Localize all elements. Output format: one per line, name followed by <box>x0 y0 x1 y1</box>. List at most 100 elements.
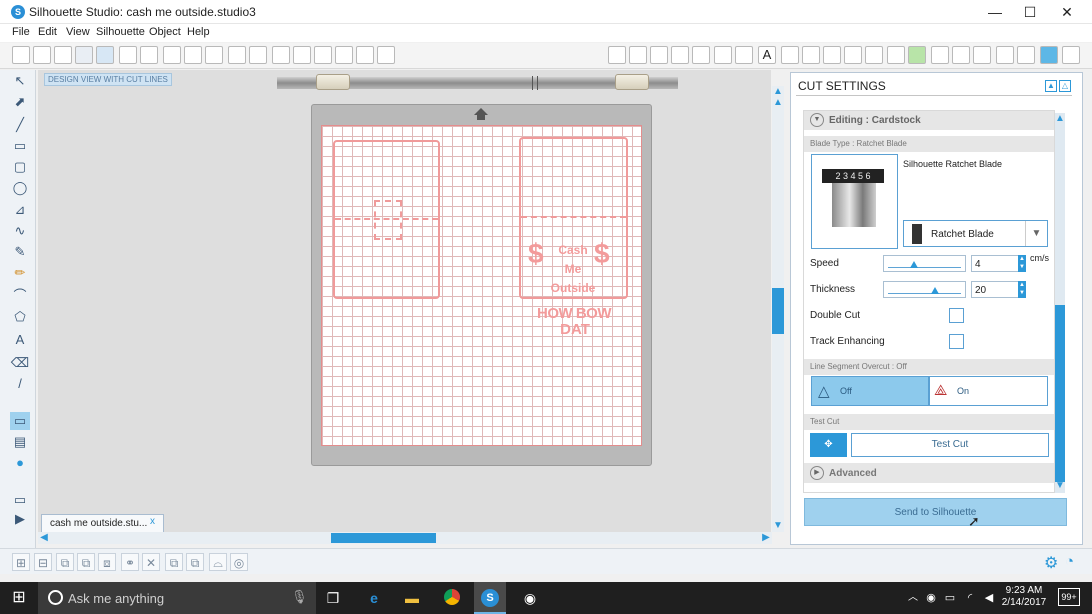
silhouette-taskbar-button[interactable]: S <box>474 582 506 614</box>
new-file-icon[interactable] <box>12 46 30 64</box>
gradient-icon[interactable] <box>629 46 647 64</box>
thickness-input[interactable]: 20 <box>971 281 1023 298</box>
print-icon[interactable] <box>119 46 137 64</box>
menu-silhouette[interactable]: Silhouette <box>96 26 145 38</box>
left-card-window[interactable] <box>374 200 402 240</box>
fill-color-icon[interactable] <box>608 46 626 64</box>
fit-to-page-icon[interactable] <box>377 46 395 64</box>
text-tool-icon[interactable]: A <box>10 331 30 349</box>
line-color-icon[interactable] <box>671 46 689 64</box>
regular-polygon-tool-icon[interactable]: ⬠ <box>10 308 30 326</box>
battery-icon[interactable]: ▭ <box>940 589 960 607</box>
send-to-silhouette-button[interactable]: Send to Silhouette <box>804 498 1067 526</box>
document-tab-close-icon[interactable]: x <box>150 516 155 527</box>
design-horizontal-scroll-thumb[interactable] <box>331 533 436 543</box>
cut-settings-icon[interactable] <box>1040 46 1058 64</box>
panel-scroll-up-icon[interactable]: ▲ <box>1054 113 1066 125</box>
ellipse-tool-icon[interactable]: ◯ <box>10 179 30 197</box>
line-style-icon[interactable] <box>692 46 710 64</box>
rotate-icon[interactable] <box>802 46 820 64</box>
pan-hand-icon[interactable] <box>272 46 290 64</box>
offset-icon[interactable] <box>887 46 905 64</box>
arc-tool-icon[interactable]: ⌒ <box>10 287 30 305</box>
knife-tool-icon[interactable]: / <box>10 375 30 393</box>
drag-zoom-icon[interactable] <box>356 46 374 64</box>
volume-icon[interactable]: ◀ <box>979 589 999 607</box>
advanced-section[interactable]: ▶ Advanced <box>804 463 1054 483</box>
curve-tool-icon[interactable]: ∿ <box>10 222 30 240</box>
test-cut-button[interactable]: Test Cut <box>851 433 1049 457</box>
panel-toggle-icon[interactable]: ▭ <box>10 491 30 509</box>
scale-icon[interactable] <box>823 46 841 64</box>
make-compound-icon[interactable]: ⧉ <box>56 553 74 571</box>
freehand-tool-icon[interactable]: ✎ <box>10 243 30 261</box>
play-icon[interactable]: ▶ <box>10 510 30 528</box>
speed-slider-knob[interactable] <box>910 261 919 268</box>
file-explorer-icon[interactable]: ▬ <box>402 589 422 607</box>
duplicate-icon[interactable]: ⧉ <box>165 553 183 571</box>
edge-browser-icon[interactable]: e <box>364 589 384 607</box>
tray-app-icon[interactable]: ◉ <box>921 589 941 607</box>
trace-icon[interactable] <box>908 46 926 64</box>
scroll-right-icon[interactable]: ▶ <box>760 532 772 544</box>
scroll-down-icon[interactable]: ▼ <box>772 520 784 532</box>
zoom-out-icon[interactable] <box>314 46 332 64</box>
delete-icon[interactable]: ✕ <box>142 553 160 571</box>
thickness-slider-knob[interactable] <box>931 287 940 294</box>
page-setup-icon[interactable] <box>931 46 949 64</box>
overcut-on-button[interactable]: ⟁ On <box>929 376 1048 406</box>
store-view-icon[interactable]: ● <box>10 454 30 472</box>
send-icon[interactable] <box>996 46 1014 64</box>
open-folder-icon[interactable] <box>33 46 51 64</box>
scroll-left-icon[interactable]: ◀ <box>38 532 50 544</box>
pencil-tool-icon[interactable]: ✏ <box>10 264 30 282</box>
registration-marks-icon[interactable] <box>952 46 970 64</box>
design-view-icon[interactable]: ▭ <box>10 412 30 430</box>
microphone-icon[interactable]: 🎙 <box>291 589 308 605</box>
group-icon[interactable]: ⊞ <box>12 553 30 571</box>
scroll-up-icon[interactable]: ▲ <box>772 97 784 109</box>
paste-icon[interactable] <box>184 46 202 64</box>
chrome-browser-icon[interactable] <box>442 589 462 607</box>
speed-spinner-icon[interactable]: ▲ ▼ <box>1018 255 1026 272</box>
panel-scroll-down-icon[interactable]: ▼ <box>1054 480 1066 492</box>
polygon-tool-icon[interactable]: ⊿ <box>10 201 30 219</box>
menu-edit[interactable]: Edit <box>38 26 57 38</box>
undo-icon[interactable] <box>228 46 246 64</box>
editing-collapse-icon[interactable]: ▼ <box>810 113 824 127</box>
speed-input[interactable]: 4 <box>971 255 1023 272</box>
action-center-icon[interactable]: 99+ <box>1058 588 1080 606</box>
copy-icon[interactable] <box>163 46 181 64</box>
thickness-slider[interactable] <box>883 281 966 298</box>
bring-forward-icon[interactable]: ⧈ <box>98 553 116 571</box>
grid-icon[interactable] <box>973 46 991 64</box>
move-blade-arrows-icon[interactable]: ✥ <box>810 433 847 457</box>
document-tab[interactable]: cash me outside.stu... x <box>41 514 164 532</box>
replicate-icon[interactable] <box>735 46 753 64</box>
rectangle-tool-icon[interactable]: ▭ <box>10 137 30 155</box>
thickness-spinner-icon[interactable]: ▲ ▼ <box>1018 281 1026 298</box>
release-compound-icon[interactable]: ⧉ <box>77 553 95 571</box>
save-icon[interactable] <box>75 46 93 64</box>
redo-icon[interactable] <box>249 46 267 64</box>
overcut-off-button[interactable]: △ Off <box>811 376 929 406</box>
blade-dropdown-icon[interactable]: ▼ <box>1025 221 1047 246</box>
library-icon[interactable] <box>1062 46 1080 64</box>
blade-select[interactable]: Ratchet Blade ▼ <box>903 220 1048 247</box>
menu-file[interactable]: File <box>12 26 30 38</box>
transform-icon[interactable] <box>781 46 799 64</box>
maximize-button[interactable]: ☐ <box>1013 2 1047 22</box>
panel-pin-icon[interactable]: △ <box>1059 80 1071 92</box>
menu-object[interactable]: Object <box>149 26 181 38</box>
cut-icon[interactable] <box>205 46 223 64</box>
text-style-icon[interactable]: A <box>758 46 776 64</box>
zoom-in-icon[interactable] <box>293 46 311 64</box>
silhouette-connect-icon[interactable]: ◔ <box>1065 553 1074 570</box>
library-view-icon[interactable]: ▤ <box>10 433 30 451</box>
taskbar-clock[interactable]: 9:23 AM 2/14/2017 <box>1000 585 1048 609</box>
print-cut-icon[interactable] <box>140 46 158 64</box>
menu-view[interactable]: View <box>66 26 90 38</box>
windows-start-icon[interactable]: ⊞ <box>9 589 29 607</box>
task-view-icon[interactable]: ❐ <box>323 589 343 607</box>
offset-shape-icon[interactable]: ◎ <box>230 553 248 571</box>
